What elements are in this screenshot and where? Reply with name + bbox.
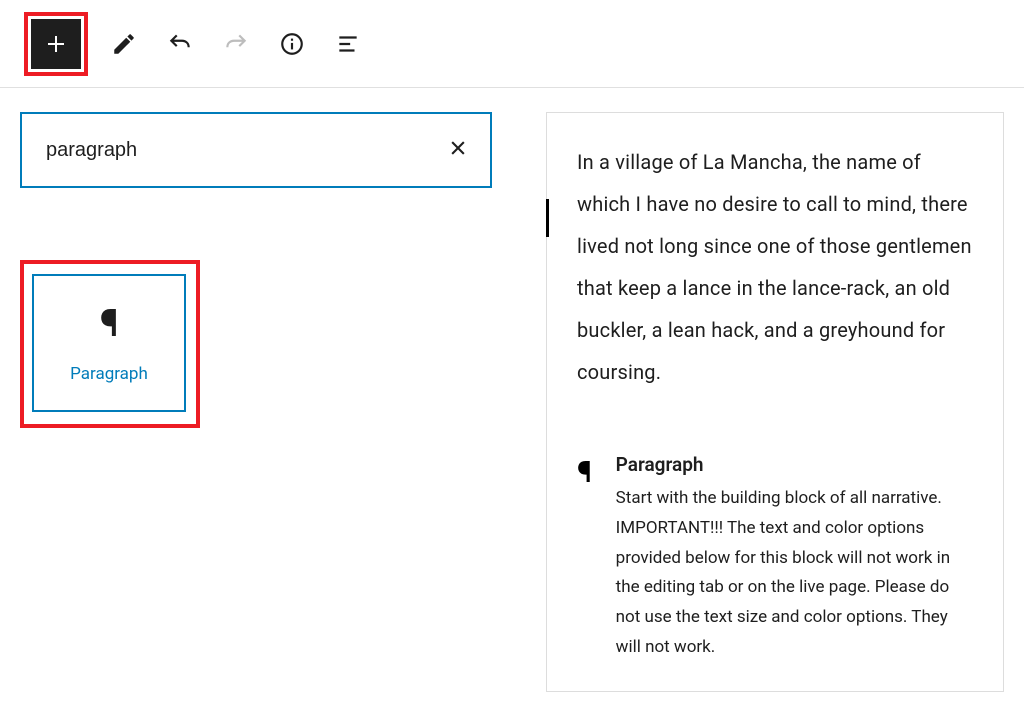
outline-icon [335,31,361,57]
main-content: ¶ Paragraph In a village of La Mancha, t… [0,88,1024,718]
highlight-paragraph-block: ¶ Paragraph [20,260,200,428]
editor-toolbar [0,0,1024,88]
block-search[interactable] [20,112,492,188]
undo-icon [167,31,193,57]
info-button[interactable] [272,24,312,64]
preview-panel: In a village of La Mancha, the name of w… [512,88,1024,718]
close-icon [448,138,468,158]
block-tile-label: Paragraph [70,364,148,384]
add-block-button[interactable] [31,19,81,69]
redo-icon [223,31,249,57]
text-cursor [546,199,549,237]
highlight-add-button [24,12,88,76]
clear-search-button[interactable] [448,135,468,165]
block-info-description: Start with the building block of all nar… [616,484,973,663]
edit-tool-button[interactable] [104,24,144,64]
search-results: ¶ Paragraph [20,260,492,428]
redo-button[interactable] [216,24,256,64]
plus-icon [44,32,68,56]
block-info: ¶ Paragraph Start with the building bloc… [577,453,973,663]
block-info-title: Paragraph [616,453,973,476]
search-input[interactable] [44,138,448,163]
pilcrow-icon: ¶ [100,302,119,346]
outline-button[interactable] [328,24,368,64]
block-paragraph-tile[interactable]: ¶ Paragraph [32,274,186,412]
pencil-icon [111,31,137,57]
inserter-panel: ¶ Paragraph [0,88,512,718]
block-preview: In a village of La Mancha, the name of w… [546,112,1004,692]
preview-sample-text: In a village of La Mancha, the name of w… [577,141,973,393]
undo-button[interactable] [160,24,200,64]
info-icon [279,31,305,57]
block-info-text: Paragraph Start with the building block … [616,453,973,663]
pilcrow-icon: ¶ [577,453,592,663]
